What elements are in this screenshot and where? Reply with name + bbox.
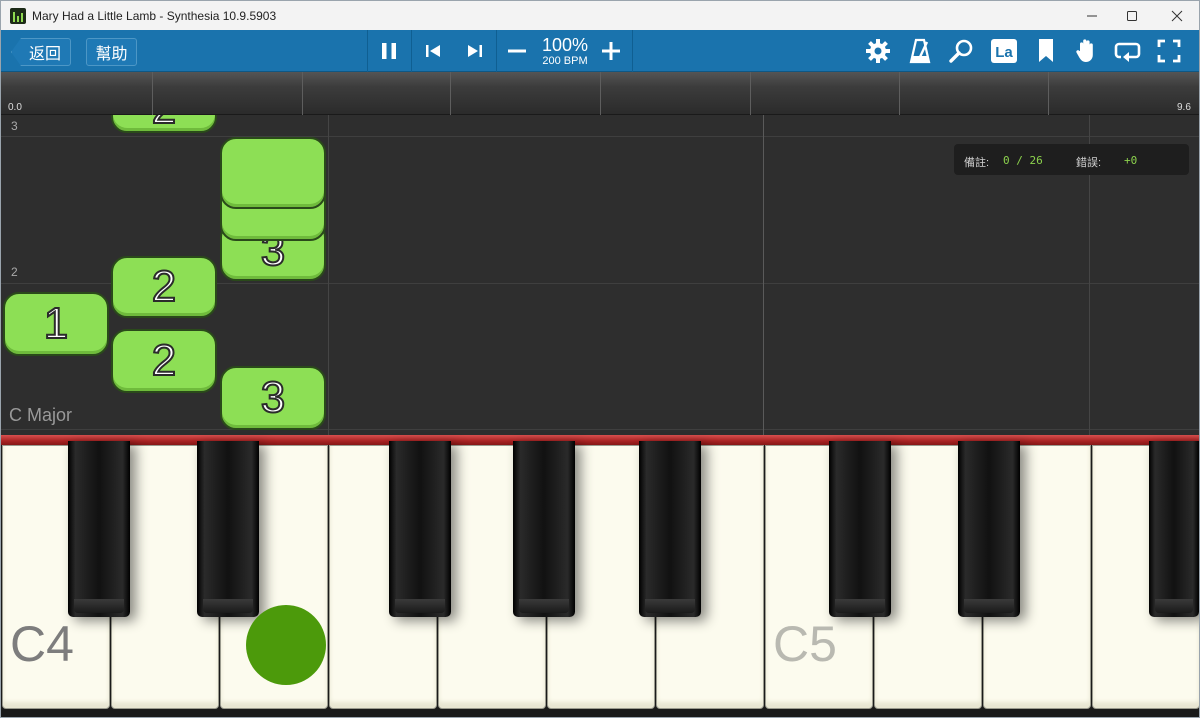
errors-count: +0 [1124, 154, 1138, 167]
minus-icon [508, 49, 526, 53]
app-icon [10, 7, 26, 24]
fullscreen-icon [1157, 39, 1181, 63]
toolbar: 返回 幫助 100% 200 BPM La [1, 30, 1199, 72]
close-icon [1171, 10, 1183, 21]
rewind-button[interactable] [417, 36, 449, 66]
piano-keyboard[interactable]: C4 C5 [1, 435, 1199, 717]
fullscreen-button[interactable] [1153, 36, 1185, 66]
pause-button[interactable] [373, 36, 405, 66]
loop-icon [1114, 42, 1141, 62]
pause-icon [382, 43, 396, 59]
hand-button[interactable] [1071, 36, 1103, 66]
skip-forward-icon [468, 45, 482, 57]
black-key-f-sharp-5[interactable] [1149, 441, 1199, 617]
maximize-button[interactable] [1109, 1, 1155, 30]
score-panel: 備註: 0 / 26 錯誤: +0 [954, 144, 1189, 175]
tempo-increase-button[interactable] [596, 36, 626, 66]
measure-number: 3 [11, 119, 18, 133]
falling-note: 1 [3, 292, 109, 356]
hand-icon [1076, 39, 1093, 62]
svg-text:La: La [995, 44, 1013, 61]
tempo-percent: 100% [541, 35, 589, 55]
black-key-a-sharp-4[interactable] [639, 441, 701, 617]
zoom-icon [949, 39, 973, 63]
falling-note: 2 [111, 329, 217, 393]
metronome-icon [909, 38, 931, 64]
measure-number: 2 [11, 265, 18, 279]
bookmark-button[interactable] [1030, 36, 1062, 66]
la-button[interactable]: La [988, 36, 1020, 66]
maximize-icon [1127, 10, 1137, 21]
black-key-d-sharp-4[interactable] [197, 441, 259, 617]
key-label-c4: C4 [10, 616, 74, 672]
timeline-end: 9.6 [1177, 102, 1191, 113]
black-key-g-sharp-4[interactable] [513, 441, 575, 617]
settings-button[interactable] [862, 36, 894, 66]
skip-back-icon [426, 45, 440, 57]
synthesia-window: Mary Had a Little Lamb - Synthesia 10.9.… [0, 0, 1200, 718]
title-bar: Mary Had a Little Lamb - Synthesia 10.9.… [1, 1, 1199, 30]
black-key-c-sharp-4[interactable] [68, 441, 130, 617]
black-key-c-sharp-5[interactable] [829, 441, 891, 617]
key-label-c5: C5 [773, 616, 837, 672]
black-key-d-sharp-5[interactable] [958, 441, 1020, 617]
next-note-marker [246, 605, 326, 685]
back-button[interactable]: 返回 [11, 38, 71, 66]
timeline-bar[interactable]: 0.0 9.6 [1, 72, 1199, 115]
zoom-button[interactable] [946, 36, 978, 66]
note-roll: 3 2 2 3 2 1 2 3 C Major 備註: 0 / 26 錯誤: +… [1, 115, 1199, 435]
la-icon: La [991, 39, 1017, 63]
tempo-bpm: 200 BPM [542, 55, 588, 67]
gear-icon [866, 39, 890, 63]
falling-note: 3 [220, 366, 326, 430]
skip-forward-button[interactable] [459, 36, 491, 66]
plus-icon [602, 42, 620, 60]
notes-count: 0 / 26 [1003, 154, 1043, 167]
falling-note: 2 [111, 256, 217, 318]
black-key-f-sharp-4[interactable] [389, 441, 451, 617]
falling-note: 2 [111, 115, 217, 133]
help-button[interactable]: 幫助 [86, 38, 137, 66]
errors-label: 錯誤: [1076, 157, 1102, 169]
notes-label: 備註: [964, 157, 990, 169]
loop-button[interactable] [1112, 36, 1144, 66]
window-title: Mary Had a Little Lamb - Synthesia 10.9.… [32, 8, 277, 23]
falling-note [220, 137, 326, 209]
key-signature: C Major [9, 405, 73, 425]
close-button[interactable] [1154, 1, 1199, 30]
tempo-decrease-button[interactable] [502, 36, 532, 66]
bookmark-icon [1039, 39, 1053, 62]
timeline-start: 0.0 [8, 102, 22, 113]
metronome-button[interactable] [904, 36, 936, 66]
back-label: 返回 [28, 46, 61, 63]
minimize-icon [1087, 15, 1097, 16]
